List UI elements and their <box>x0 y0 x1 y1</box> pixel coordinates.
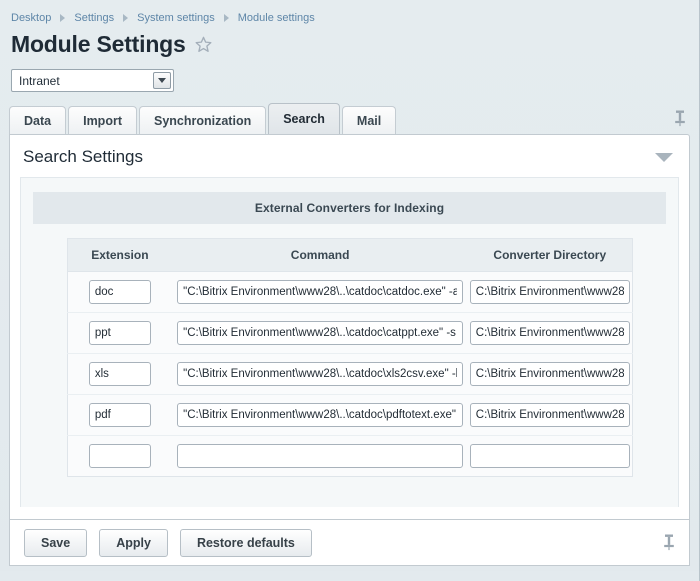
restore-defaults-button[interactable]: Restore defaults <box>179 528 312 557</box>
save-button[interactable]: Save <box>24 528 88 557</box>
table-row <box>67 435 632 477</box>
tab-search[interactable]: Search <box>268 103 340 134</box>
command-input[interactable] <box>177 280 464 304</box>
page-title-row: Module Settings <box>0 26 699 60</box>
breadcrumb: Desktop Settings System settings Module … <box>0 0 699 26</box>
chevron-down-icon <box>158 78 166 83</box>
command-input[interactable] <box>177 403 464 427</box>
column-header-converter-directory: Converter Directory <box>468 238 632 272</box>
panel-collapse-chevron-down-icon[interactable] <box>655 152 673 162</box>
extension-input[interactable] <box>88 403 151 427</box>
table-row <box>67 312 632 354</box>
cell-command <box>172 395 468 436</box>
table-row <box>67 394 632 436</box>
star-icon[interactable] <box>195 36 212 56</box>
module-select-value: Intranet <box>19 73 60 88</box>
tab-mail[interactable]: Mail <box>341 106 397 134</box>
module-select-row: Intranet <box>0 60 699 92</box>
extension-input[interactable] <box>88 362 151 386</box>
command-input[interactable] <box>177 321 464 345</box>
extension-input[interactable] <box>88 280 151 304</box>
tab-synchronization[interactable]: Synchronization <box>138 106 267 134</box>
converter-directory-input[interactable] <box>469 321 630 345</box>
cell-extension <box>67 395 172 436</box>
panel-title: Search Settings <box>23 147 144 166</box>
converter-directory-input[interactable] <box>469 280 630 304</box>
command-input[interactable] <box>177 362 464 386</box>
page-title: Module Settings <box>11 30 186 57</box>
breadcrumb-item-system-settings[interactable]: System settings <box>137 12 215 24</box>
module-select[interactable]: Intranet <box>11 69 174 92</box>
apply-button[interactable]: Apply <box>99 528 168 557</box>
breadcrumb-item-settings[interactable]: Settings <box>74 12 114 24</box>
cell-command <box>172 272 468 313</box>
converter-directory-input[interactable] <box>469 403 630 427</box>
cell-directory <box>468 272 632 313</box>
pushpin-icon-top[interactable] <box>673 109 687 130</box>
form-actions: Save Apply Restore defaults <box>9 520 690 566</box>
panel-header: Search Settings <box>10 135 689 177</box>
column-header-command: Command <box>172 238 469 272</box>
cell-command <box>172 354 468 395</box>
breadcrumb-item-desktop[interactable]: Desktop <box>11 12 51 24</box>
cell-extension <box>67 313 172 354</box>
converters-table-body <box>67 271 632 477</box>
panel-body: External Converters for Indexing Extensi… <box>20 177 679 507</box>
tab-bar: Data Import Synchronization Search Mail <box>0 103 699 134</box>
breadcrumb-item-module-settings[interactable]: Module settings <box>238 12 315 24</box>
extension-input[interactable] <box>88 321 151 345</box>
table-row <box>67 353 632 395</box>
cell-directory <box>468 354 632 395</box>
tab-data[interactable]: Data <box>9 106 67 134</box>
table-row <box>67 271 632 313</box>
table-header-row: Extension Command Converter Directory <box>67 238 632 272</box>
command-input-new[interactable] <box>177 444 464 468</box>
search-settings-panel: Search Settings External Converters for … <box>9 134 690 520</box>
breadcrumb-separator-icon <box>60 14 66 22</box>
breadcrumb-separator-icon <box>223 14 229 22</box>
page-bottom-strip <box>0 571 699 581</box>
section-title-external-converters: External Converters for Indexing <box>33 192 666 224</box>
converter-directory-input[interactable] <box>469 362 630 386</box>
extension-input-new[interactable] <box>88 444 151 468</box>
converter-directory-input-new[interactable] <box>469 444 630 468</box>
module-select-arrow[interactable] <box>153 72 171 89</box>
tab-import[interactable]: Import <box>68 106 137 134</box>
cell-directory <box>468 395 632 436</box>
cell-directory <box>468 436 632 477</box>
pushpin-icon-bottom[interactable] <box>662 533 676 554</box>
cell-directory <box>468 313 632 354</box>
cell-extension <box>67 436 172 477</box>
converters-table: Extension Command Converter Directory <box>66 238 633 477</box>
cell-command <box>172 313 468 354</box>
cell-command <box>172 436 468 477</box>
breadcrumb-separator-icon <box>123 14 129 22</box>
cell-extension <box>67 354 172 395</box>
converters-table-head: Extension Command Converter Directory <box>67 238 632 272</box>
cell-extension <box>67 272 172 313</box>
column-header-extension: Extension <box>67 238 173 272</box>
module-settings-page: Desktop Settings System settings Module … <box>0 0 700 581</box>
